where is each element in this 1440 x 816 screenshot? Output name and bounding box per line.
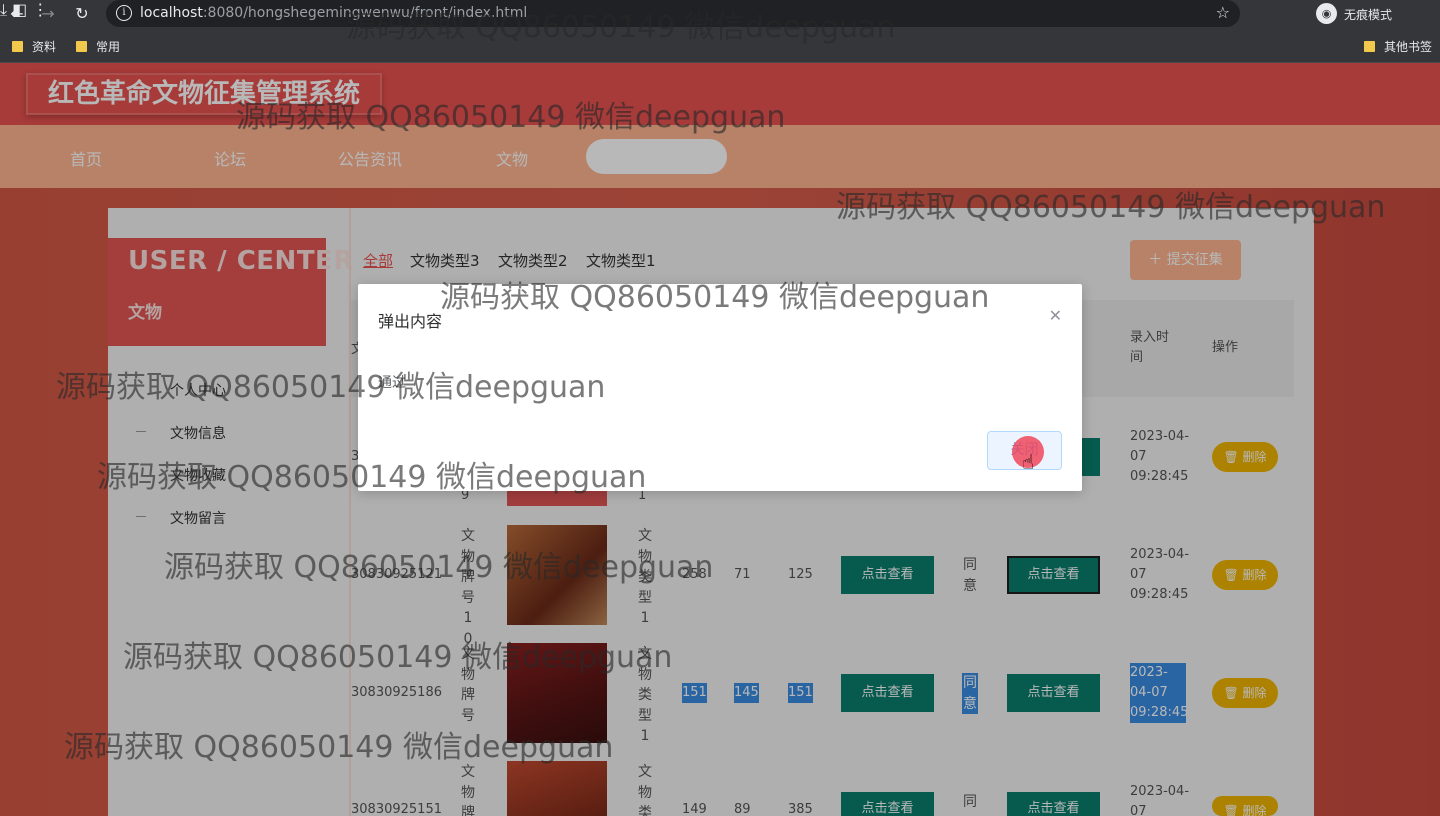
close-icon[interactable]: ✕ <box>1049 306 1062 325</box>
bookmark-folder[interactable]: 常用 <box>76 38 120 55</box>
bookmark-folder[interactable]: 资料 <box>12 38 56 55</box>
watermark: 源码获取 QQ86050149 微信deepguan <box>346 10 896 45</box>
back-icon[interactable]: ← <box>7 4 27 24</box>
reload-icon[interactable]: ↻ <box>72 4 92 24</box>
bookmark-star-icon[interactable]: ☆ <box>1216 3 1230 22</box>
watermark: 源码获取 QQ86050149 微信deepguan <box>123 640 673 675</box>
folder-icon <box>1364 41 1375 52</box>
dialog-title: 弹出内容 <box>378 312 443 331</box>
incognito-icon[interactable]: ◉ <box>1316 3 1337 24</box>
watermark: 源码获取 QQ86050149 微信deepguan <box>164 550 714 585</box>
watermark: 源码获取 QQ86050149 微信deepguan <box>440 280 990 315</box>
other-bookmarks[interactable]: 其他书签 <box>1364 38 1432 55</box>
site-info-icon[interactable]: i <box>116 5 132 21</box>
watermark: 源码获取 QQ86050149 微信deepguan <box>836 190 1386 225</box>
watermark: 源码获取 QQ86050149 微信deepguan <box>56 370 606 405</box>
folder-icon <box>12 41 23 52</box>
forward-icon[interactable]: → <box>38 4 58 24</box>
watermark: 源码获取 QQ86050149 微信deepguan <box>236 100 786 135</box>
folder-icon <box>76 41 87 52</box>
pointer-hand-icon: ☝ <box>1022 450 1035 474</box>
watermark: 源码获取 QQ86050149 微信deepguan <box>97 460 647 495</box>
incognito-label: 无痕模式 <box>1344 8 1393 22</box>
watermark: 源码获取 QQ86050149 微信deepguan <box>64 730 614 765</box>
